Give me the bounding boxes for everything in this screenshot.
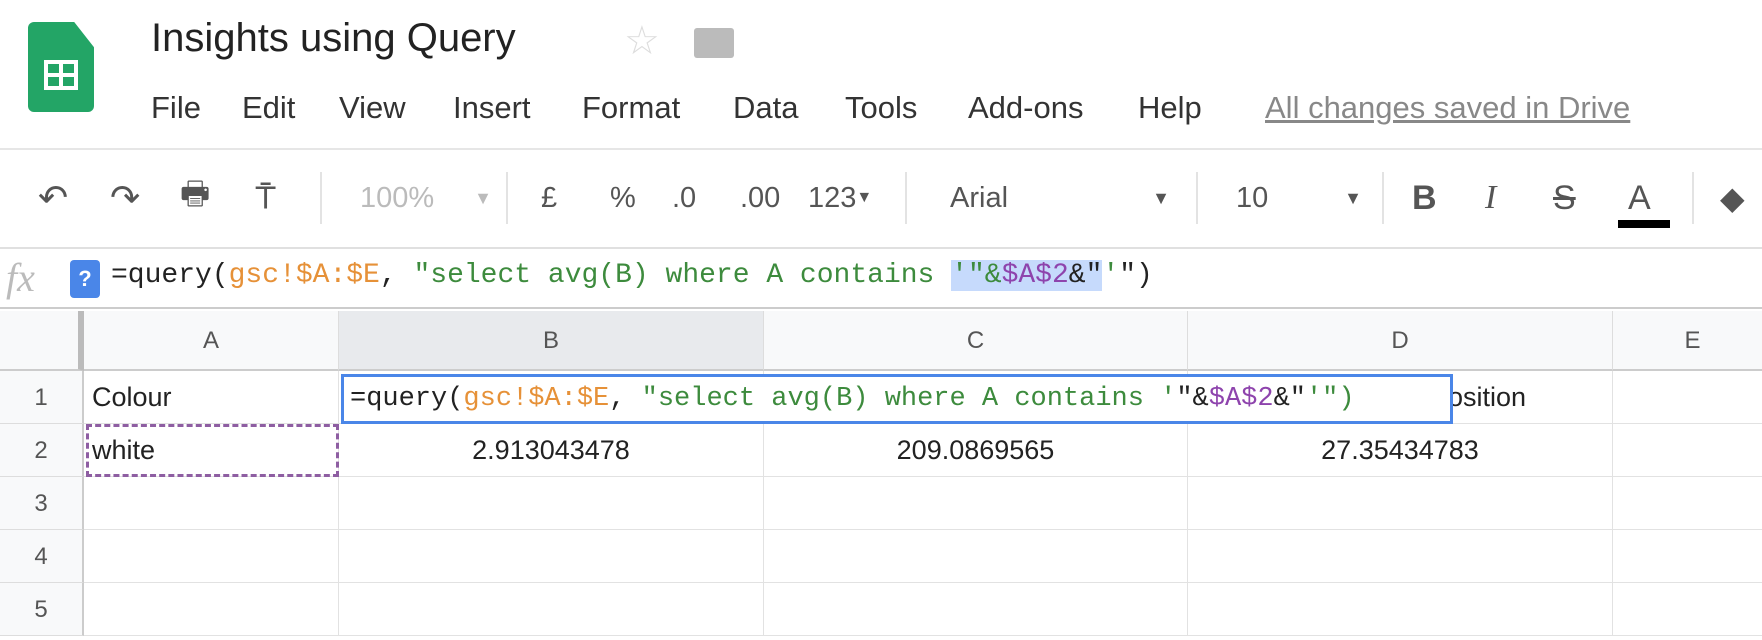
cell-editor-b1[interactable]: =query(gsc!$A:$E, "select avg(B) where A… [341, 374, 1453, 424]
formula-range: gsc!$A:$E [228, 260, 380, 291]
text-color-swatch [1618, 220, 1670, 228]
decrease-decimal-button[interactable]: .0 [672, 178, 696, 218]
paint-format-icon[interactable]: ⍑ [256, 178, 275, 218]
chevron-down-icon: ▼ [474, 187, 492, 208]
menu-file[interactable]: File [151, 90, 201, 126]
fx-icon: fx [6, 255, 35, 300]
editor-fn: =query( [350, 384, 464, 414]
column-header-c[interactable]: C [764, 311, 1188, 371]
cell-b5[interactable] [339, 583, 764, 636]
editor-ref: $A$2 [1208, 384, 1274, 414]
cell-b2[interactable]: 2.913043478 [339, 424, 764, 477]
formula-comma: , [379, 260, 414, 291]
editor-close: '") [1305, 384, 1355, 414]
row-header-2[interactable]: 2 [0, 424, 84, 477]
cell-e4[interactable] [1613, 530, 1762, 583]
cell-c4[interactable] [764, 530, 1188, 583]
editor-string: "select avg(B) where A contains ' [641, 384, 1177, 414]
menu-edit[interactable]: Edit [242, 90, 295, 126]
editor-range: gsc!$A:$E [463, 384, 610, 414]
save-status-link[interactable]: All changes saved in Drive [1265, 90, 1630, 126]
cell-b4[interactable] [339, 530, 764, 583]
cell-b3[interactable] [339, 477, 764, 530]
menu-data[interactable]: Data [733, 90, 798, 126]
cell-a4[interactable] [84, 530, 339, 583]
more-formats-button[interactable]: 123 ▼ [808, 178, 872, 218]
cell-d5[interactable] [1188, 583, 1613, 636]
formula-input[interactable]: =query(gsc!$A:$E, "select avg(B) where A… [111, 260, 1153, 291]
formula-string: "select avg(B) where A contains [413, 260, 952, 291]
formula-fn: =query( [111, 260, 229, 291]
column-header-e[interactable]: E [1613, 311, 1762, 371]
sheets-logo[interactable] [28, 22, 94, 112]
cell-d2[interactable]: 27.35434783 [1188, 424, 1613, 477]
referenced-range-highlight [86, 424, 339, 477]
star-icon[interactable]: ☆ [624, 18, 660, 64]
cell-c3[interactable] [764, 477, 1188, 530]
help-icon[interactable]: ? [70, 260, 100, 298]
row-header-1[interactable]: 1 [0, 371, 84, 424]
formula-quote: ' [1102, 260, 1120, 291]
cell-a5[interactable] [84, 583, 339, 636]
menu-help[interactable]: Help [1138, 90, 1202, 126]
print-icon[interactable]: 🖶 [180, 175, 210, 218]
cell-e1[interactable] [1613, 371, 1762, 424]
font-select[interactable]: Arial ▼ [950, 178, 1170, 218]
font-value: Arial [950, 181, 1009, 214]
cell-e2[interactable] [1613, 424, 1762, 477]
fill-color-icon[interactable]: ◆ [1720, 178, 1745, 218]
select-all-corner[interactable] [0, 311, 84, 371]
column-header-a[interactable]: A [84, 311, 339, 371]
menu-addons[interactable]: Add-ons [968, 90, 1083, 126]
increase-decimal-button[interactable]: .00 [740, 178, 780, 218]
menu-tools[interactable]: Tools [845, 90, 917, 126]
menu-format[interactable]: Format [582, 90, 680, 126]
editor-concat: "& [1176, 384, 1209, 414]
editor-comma: , [609, 384, 642, 414]
menu-insert[interactable]: Insert [453, 90, 531, 126]
formula-selection: &" [1068, 260, 1103, 291]
cell-d3[interactable] [1188, 477, 1613, 530]
row-header-3[interactable]: 3 [0, 477, 84, 530]
cell-c5[interactable] [764, 583, 1188, 636]
row-header-5[interactable]: 5 [0, 583, 84, 636]
column-header-b[interactable]: B [339, 311, 764, 371]
formula-ref: $A$2 [1001, 260, 1069, 291]
bold-button[interactable]: B [1412, 178, 1437, 218]
editor-concat: &" [1273, 384, 1306, 414]
column-header-d[interactable]: D [1188, 311, 1613, 371]
font-size-select[interactable]: 10 ▼ [1236, 178, 1362, 218]
italic-button[interactable]: I [1485, 178, 1496, 218]
strikethrough-button[interactable]: S [1553, 178, 1576, 218]
more-formats-label: 123 [808, 181, 857, 214]
zoom-select[interactable]: 100% ▼ [360, 178, 492, 218]
cell-a1[interactable]: Colour [84, 371, 339, 424]
row-header-4[interactable]: 4 [0, 530, 84, 583]
text-color-button[interactable]: A [1628, 178, 1651, 218]
undo-icon[interactable]: ↶ [38, 177, 68, 218]
cell-a3[interactable] [84, 477, 339, 530]
cell-e5[interactable] [1613, 583, 1762, 636]
chevron-down-icon: ▼ [1152, 187, 1170, 208]
percent-button[interactable]: % [610, 178, 636, 218]
cell-c2[interactable]: 209.0869565 [764, 424, 1188, 477]
cell-e3[interactable] [1613, 477, 1762, 530]
chevron-down-icon: ▼ [856, 189, 873, 206]
chevron-down-icon: ▼ [1344, 187, 1362, 208]
currency-button[interactable]: £ [541, 178, 557, 218]
menu-view[interactable]: View [339, 90, 406, 126]
font-size-value: 10 [1236, 181, 1269, 214]
redo-icon[interactable]: ↷ [110, 177, 140, 218]
cell-d4[interactable] [1188, 530, 1613, 583]
formula-selection: '"& [951, 260, 1002, 291]
document-title[interactable]: Insights using Query [151, 16, 516, 61]
divider [0, 148, 1762, 150]
formula-close: ") [1119, 260, 1153, 291]
zoom-value: 100% [360, 181, 435, 214]
folder-icon[interactable] [694, 28, 734, 58]
